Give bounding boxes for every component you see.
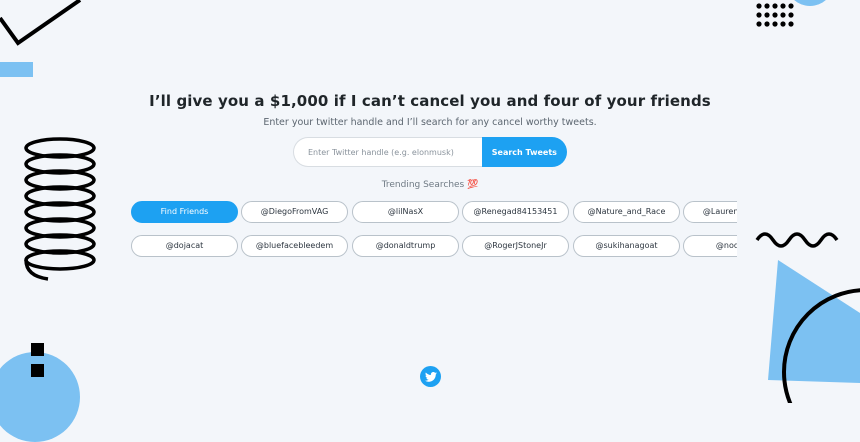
page-headline: I’ll give you a $1,000 if I can’t cancel… <box>149 92 711 110</box>
trending-chip[interactable]: @dojacat <box>131 235 238 257</box>
wave-line-decoration <box>755 232 839 248</box>
search-tweets-button[interactable]: Search Tweets <box>481 137 567 167</box>
trending-chip[interactable]: @bluefacebleedem <box>241 235 348 257</box>
trending-chip[interactable]: @nodoubt <box>683 235 737 257</box>
trending-chip[interactable]: @Renegad84153451 <box>462 201 569 223</box>
twitter-handle-input[interactable] <box>293 137 482 167</box>
find-friends-button[interactable]: Find Friends <box>131 201 238 223</box>
search-form: Search Tweets <box>293 137 567 167</box>
twitter-link-button[interactable] <box>420 366 441 387</box>
trending-row-2: @dojacat @bluefacebleedem @donaldtrump @… <box>131 235 737 257</box>
trending-chip[interactable]: @RogerJStoneJr <box>462 235 569 257</box>
trending-chip[interactable]: @LaurenBoebert <box>683 201 737 223</box>
black-square-decoration-1 <box>31 343 44 356</box>
trending-chip[interactable]: @lilNasX <box>352 201 459 223</box>
black-circle-outline-decoration <box>782 288 860 403</box>
spring-coil-decoration <box>24 137 96 281</box>
trending-row-1: Find Friends @DiegoFromVAG @lilNasX @Ren… <box>131 201 737 223</box>
trending-chip[interactable]: @DiegoFromVAG <box>241 201 348 223</box>
trending-searches-label: Trending Searches 💯 <box>381 180 479 190</box>
trending-chip[interactable]: @donaldtrump <box>352 235 459 257</box>
trending-chip[interactable]: @sukihanagoat <box>573 235 680 257</box>
blue-bar-decoration <box>0 62 33 77</box>
zigzag-line-decoration <box>0 0 82 46</box>
trending-chip[interactable]: @Nature_and_Race <box>573 201 680 223</box>
dot-grid-decoration <box>756 3 794 27</box>
black-square-decoration-2 <box>31 364 44 377</box>
page-subheadline: Enter your twitter handle and I’ll searc… <box>263 117 597 128</box>
twitter-bird-icon <box>424 371 437 382</box>
